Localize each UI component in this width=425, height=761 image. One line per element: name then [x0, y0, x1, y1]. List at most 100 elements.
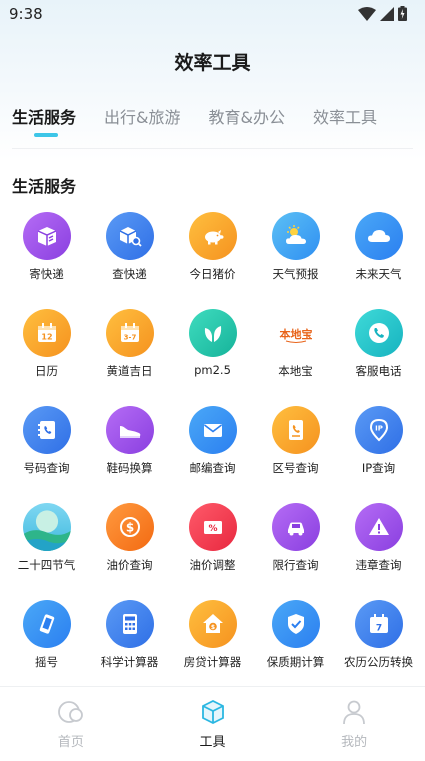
phone-icon — [354, 309, 403, 357]
tool-label: 摇号 — [35, 655, 58, 669]
tool-label: 号码查询 — [23, 461, 70, 475]
tool-traffic-restriction[interactable]: 限行查询 — [254, 503, 337, 600]
nav-home[interactable]: 首页 — [0, 687, 142, 761]
tool-auspicious-day[interactable]: 3-7 黄道吉日 — [88, 309, 171, 406]
svg-text:$: $ — [210, 624, 214, 631]
tool-postcode[interactable]: 邮编查询 — [171, 406, 254, 503]
tool-track-express[interactable]: 查快递 — [88, 212, 171, 309]
page-title: 效率工具 — [174, 52, 251, 74]
tool-future-weather[interactable]: 未来天气 — [337, 212, 420, 309]
tool-label: pm2.5 — [194, 363, 231, 377]
house-money-icon: $ — [188, 600, 237, 648]
user-icon — [343, 700, 366, 725]
tool-label: IP查询 — [361, 461, 396, 475]
tool-oil-adjust[interactable]: % 油价调整 — [171, 503, 254, 600]
tool-shelf-life[interactable]: 保质期计算 — [254, 600, 337, 697]
tool-ip-lookup[interactable]: IP IP查询 — [337, 406, 420, 503]
tool-label: 未来天气 — [355, 267, 402, 281]
tool-label: 今日猪价 — [189, 267, 236, 281]
tool-label: 天气预报 — [272, 267, 319, 281]
tool-label: 限行查询 — [272, 558, 319, 572]
tool-label: 邮编查询 — [189, 461, 236, 475]
tool-oil-price[interactable]: $ 油价查询 — [88, 503, 171, 600]
tool-label: 科学计算器 — [100, 655, 159, 669]
tool-label: 违章查询 — [355, 558, 402, 572]
tool-area-code[interactable]: 区号查询 — [254, 406, 337, 503]
landscape-icon — [22, 503, 71, 551]
tool-shoe-size[interactable]: 鞋码换算 — [88, 406, 171, 503]
sun-cloud-icon — [271, 212, 320, 260]
toolbox-icon — [201, 699, 224, 725]
nav-label: 工具 — [199, 735, 226, 750]
tool-label: 查快递 — [112, 267, 147, 281]
phone-shake-icon — [22, 600, 71, 648]
tool-label: 寄快递 — [29, 267, 64, 281]
tab-efficiency-tools[interactable]: 效率工具 — [313, 104, 377, 134]
tool-label: 房贷计算器 — [183, 655, 242, 669]
tool-mortgage[interactable]: $ 房贷计算器 — [171, 600, 254, 697]
package-send-icon — [22, 212, 71, 260]
section-title: 生活服务 — [12, 177, 77, 196]
tool-send-express[interactable]: 寄快递 — [5, 212, 88, 309]
dollar-icon: $ — [105, 503, 154, 551]
svg-text:7: 7 — [375, 624, 381, 634]
svg-text:12: 12 — [41, 333, 52, 342]
tool-label: 二十四节气 — [17, 558, 76, 572]
tool-label: 农历公历转换 — [344, 655, 413, 669]
tool-label: 黄道吉日 — [106, 364, 153, 378]
status-bar: 9:38 — [0, 0, 425, 28]
ip-pin-icon: IP — [354, 406, 403, 454]
tab-education-office[interactable]: 教育&办公 — [209, 104, 285, 134]
calendar-7-icon: 7 — [354, 600, 403, 648]
tool-number-lookup[interactable]: 号码查询 — [5, 406, 88, 503]
tool-pm25[interactable]: pm2.5 — [171, 309, 254, 406]
divider — [12, 148, 413, 149]
tab-travel[interactable]: 出行&旅游 — [104, 104, 180, 134]
tool-lunar-converter[interactable]: 7 农历公历转换 — [337, 600, 420, 697]
svg-text:3-7: 3-7 — [123, 334, 136, 342]
tool-pig-price[interactable]: 今日猪价 — [171, 212, 254, 309]
tab-life-services[interactable]: 生活服务 — [12, 104, 76, 137]
battery-icon — [398, 6, 407, 21]
category-tabs: 生活服务 出行&旅游 教育&办公 效率工具 — [12, 104, 412, 137]
tool-label: 区号查询 — [272, 461, 319, 475]
mail-icon — [188, 406, 237, 454]
svg-text:%: % — [208, 524, 217, 534]
tool-lottery[interactable]: 摇号 — [5, 600, 88, 697]
tool-calendar[interactable]: 12 日历 — [5, 309, 88, 406]
svg-text:$: $ — [125, 521, 133, 535]
calendar-icon: 12 — [22, 309, 71, 357]
status-icons — [358, 6, 407, 21]
svg-text:本地宝: 本地宝 — [279, 327, 312, 341]
leaf-icon — [188, 309, 237, 357]
tool-calculator[interactable]: 科学计算器 — [88, 600, 171, 697]
package-search-icon — [105, 212, 154, 260]
wifi-icon — [358, 6, 376, 21]
nav-tools[interactable]: 工具 — [142, 687, 284, 761]
tool-label: 保质期计算 — [266, 655, 325, 669]
tool-bendibao[interactable]: 本地宝 本地宝 — [254, 309, 337, 406]
nav-label: 我的 — [341, 735, 368, 750]
phone-book-icon — [22, 406, 71, 454]
pig-icon — [188, 212, 237, 260]
tool-label: 鞋码换算 — [106, 461, 153, 475]
tool-weather-forecast[interactable]: 天气预报 — [254, 212, 337, 309]
nav-label: 首页 — [57, 735, 84, 750]
shoe-icon — [105, 406, 154, 454]
signal-icon — [380, 6, 394, 21]
tool-label: 客服电话 — [355, 364, 402, 378]
tool-label: 油价查询 — [106, 558, 153, 572]
nav-profile[interactable]: 我的 — [283, 687, 425, 761]
calendar-icon: 3-7 — [105, 309, 154, 357]
warning-icon — [354, 503, 403, 551]
tool-label: 日历 — [35, 364, 58, 378]
percent-icon: % — [188, 503, 237, 551]
bottom-nav: 首页 工具 我的 — [0, 686, 425, 761]
car-icon — [271, 503, 320, 551]
tool-violation[interactable]: 违章查询 — [337, 503, 420, 600]
tool-label: 本地宝 — [278, 364, 313, 378]
svg-text:IP: IP — [375, 425, 383, 433]
tool-solar-terms[interactable]: 二十四节气 — [5, 503, 88, 600]
home-icon — [57, 701, 83, 723]
tool-customer-service[interactable]: 客服电话 — [337, 309, 420, 406]
